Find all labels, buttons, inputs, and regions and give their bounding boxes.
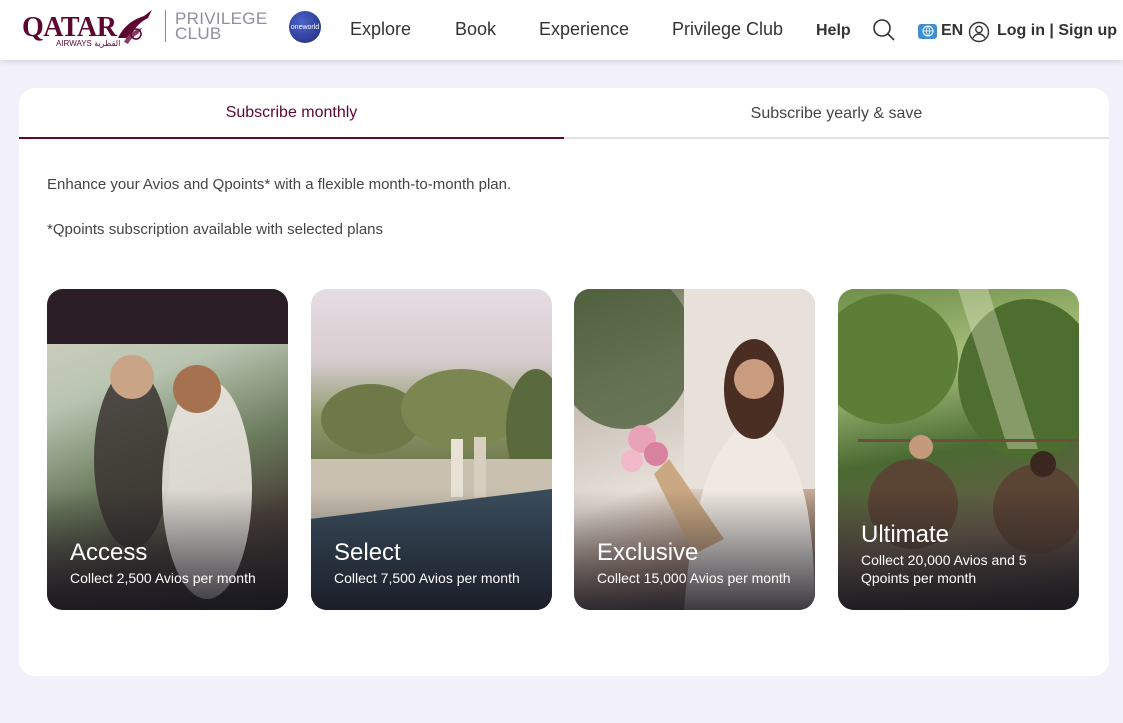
plan-card-access[interactable]: Access Collect 2,500 Avios per month (47, 289, 288, 610)
language-code: EN (941, 22, 964, 39)
club-line-2: CLUB (175, 24, 222, 43)
plan-exclusive-title: Exclusive (597, 539, 699, 566)
tab-subscribe-yearly[interactable]: Subscribe yearly & save (564, 88, 1109, 139)
plan-card-select[interactable]: Select Collect 7,500 Avios per month (311, 289, 552, 610)
plan-ultimate-overlay (838, 490, 1079, 610)
plan-ultimate-description: Collect 20,000 Avios and 5 Qpoints per m… (861, 552, 1027, 586)
logo-divider (165, 10, 166, 42)
oryx-icon (118, 10, 152, 44)
logo-subtext: AIRWAYS القطرية (56, 39, 121, 48)
qpoints-note: *Qpoints subscription available with sel… (47, 221, 384, 238)
nav-book[interactable]: Book (455, 19, 496, 40)
subscription-panel: Subscribe monthly Subscribe yearly & sav… (19, 88, 1109, 676)
tab-subscribe-monthly[interactable]: Subscribe monthly (19, 88, 564, 139)
plan-access-description: Collect 2,500 Avios per month (70, 570, 256, 586)
plan-select-description: Collect 7,500 Avios per month (334, 570, 520, 586)
site-header: QATAR AIRWAYS القطرية PRIVILEGE CLUB one… (0, 0, 1123, 60)
help-link[interactable]: Help (816, 22, 851, 40)
plan-select-title: Select (334, 539, 401, 566)
nav-explore[interactable]: Explore (350, 19, 411, 40)
search-icon[interactable] (872, 18, 896, 42)
plan-intro-text: Enhance your Avios and Qpoints* with a f… (47, 176, 512, 193)
privilege-club-logo[interactable]: PRIVILEGE CLUB (175, 10, 267, 43)
user-icon[interactable] (968, 21, 990, 43)
plan-exclusive-description: Collect 15,000 Avios per month (597, 570, 791, 586)
oneworld-badge: oneworld (289, 11, 321, 43)
globe-icon (918, 23, 937, 39)
oneworld-label: oneworld (290, 23, 320, 31)
plan-access-title: Access (70, 539, 148, 566)
nav-experience[interactable]: Experience (539, 19, 629, 40)
language-selector[interactable]: EN (918, 22, 963, 40)
plan-card-exclusive[interactable]: Exclusive Collect 15,000 Avios per month (574, 289, 815, 610)
plan-ultimate-title: Ultimate (861, 521, 950, 548)
plan-card-ultimate[interactable]: Ultimate Collect 20,000 Avios and 5 Qpoi… (838, 289, 1079, 610)
nav-privilege-club[interactable]: Privilege Club (672, 19, 783, 40)
subscription-tabs: Subscribe monthly Subscribe yearly & sav… (19, 88, 1109, 139)
qatar-airways-logo[interactable]: QATAR AIRWAYS القطرية (22, 8, 157, 48)
login-signup-link[interactable]: Log in | Sign up (997, 22, 1117, 40)
